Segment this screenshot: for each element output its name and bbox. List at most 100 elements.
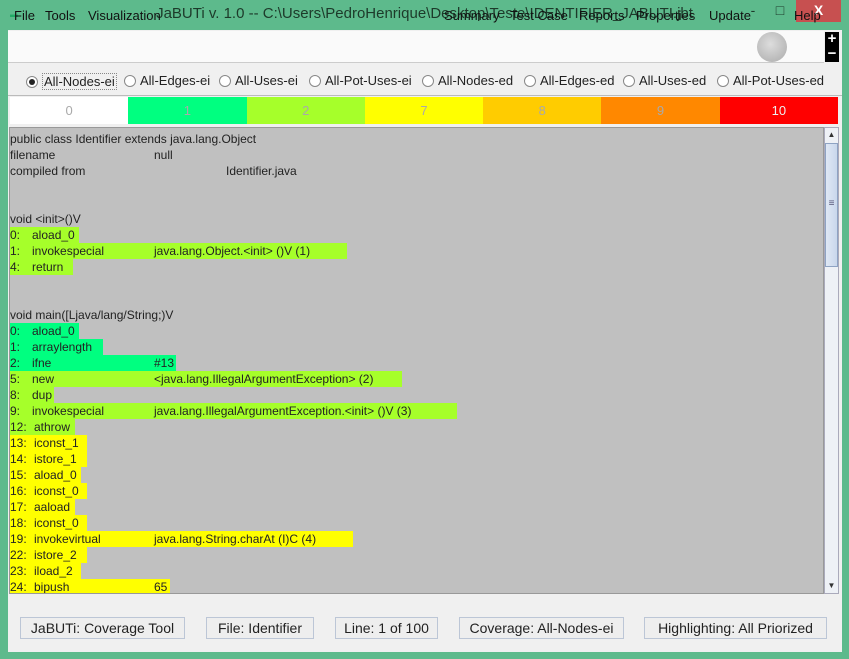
code-line[interactable] <box>10 195 13 211</box>
code-line[interactable]: 18: iconst_0 <box>10 515 87 531</box>
criterion-radio-all-nodes-ei[interactable]: All-Nodes-ei <box>26 73 117 90</box>
criterion-radio-all-nodes-ed[interactable]: All-Nodes-ed <box>422 73 513 88</box>
code-line[interactable]: public class Identifier extends java.lan… <box>10 131 307 147</box>
code-line[interactable]: 13: iconst_1 <box>10 435 87 451</box>
code-line[interactable]: 2: ifne #13 <box>10 355 177 371</box>
status-line: Line: 1 of 100 <box>335 617 438 639</box>
criterion-radio-all-edges-ei[interactable]: All-Edges-ei <box>124 73 210 88</box>
menu-visualization[interactable]: Visualization <box>88 8 161 23</box>
code-line[interactable]: 4: return <box>10 259 73 275</box>
criterion-radio-all-pot-uses-ed[interactable]: All-Pot-Uses-ed <box>717 73 824 88</box>
scrollbar-thumb[interactable]: ≡ <box>825 143 838 267</box>
code-offset: 24: <box>10 580 27 594</box>
legend-weight-10: 10 <box>719 97 838 124</box>
radio-icon[interactable] <box>422 74 434 87</box>
code-offset: 18: <box>10 516 27 530</box>
code-offset: compiled from <box>10 164 86 178</box>
criterion-radio-all-pot-uses-ei[interactable]: All-Pot-Uses-ei <box>309 73 412 88</box>
code-line[interactable] <box>10 291 13 307</box>
code-line[interactable]: 5: new <java.lang.IllegalArgumentException… <box>10 371 402 387</box>
code-line[interactable]: 0: aload_0 <box>10 227 79 243</box>
code-line[interactable]: compiled from Identifier.java <box>10 163 322 179</box>
code-line[interactable]: 1: arraylength <box>10 339 104 355</box>
menu-help[interactable]: Help <box>794 8 821 23</box>
code-line[interactable]: 17: aaload <box>10 499 75 515</box>
code-offset: 12: <box>10 420 27 434</box>
status-file: File: Identifier <box>206 617 314 639</box>
status-highlighting: Highlighting: All Priorized <box>644 617 827 639</box>
code-operand: java.lang.Object.<init> ()V (1) <box>154 244 311 258</box>
code-line[interactable] <box>10 275 13 291</box>
code-offset: 8: <box>10 388 21 402</box>
code-line[interactable]: void main([Ljava/lang/String;)V <box>10 307 203 323</box>
menu-test-case[interactable]: Test Case <box>510 8 568 23</box>
code-offset: 9: <box>10 404 21 418</box>
code-line[interactable]: 23: iload_2 <box>10 563 81 579</box>
scroll-down-arrow-icon[interactable]: ▼ <box>825 579 838 593</box>
code-opcode: arraylength <box>32 340 93 354</box>
code-opcode: iload_2 <box>34 564 73 578</box>
code-opcode: ifne <box>32 356 52 370</box>
code-line[interactable]: void <init>()V <box>10 211 99 227</box>
code-opcode: invokespecial <box>32 404 105 418</box>
radio-icon[interactable] <box>219 74 231 87</box>
radio-icon[interactable] <box>717 74 729 87</box>
radio-icon[interactable] <box>309 74 321 87</box>
code-line[interactable]: 12: athrow <box>10 419 75 435</box>
status-tool: JaBUTi: Coverage Tool <box>20 617 185 639</box>
code-line[interactable]: 1: invokespecial java.lang.Object.<init> (… <box>10 243 348 259</box>
code-operand: java.lang.String.charAt (I)C (4) <box>154 532 317 546</box>
code-line[interactable]: 9: invokespecial java.lang.IllegalArgument… <box>10 403 457 419</box>
code-opcode: istore_2 <box>34 548 77 562</box>
code-opcode: iconst_1 <box>34 436 79 450</box>
criterion-radio-all-uses-ed[interactable]: All-Uses-ed <box>623 73 706 88</box>
criterion-radio-all-edges-ed[interactable]: All-Edges-ed <box>524 73 614 88</box>
code-opcode: aload_0 <box>32 228 75 242</box>
criterion-radio-all-uses-ei[interactable]: All-Uses-ei <box>219 73 298 88</box>
code-line[interactable]: 22: istore_2 <box>10 547 87 563</box>
radio-label: All-Edges-ei <box>140 73 211 88</box>
menu-properties[interactable]: Properties <box>636 8 695 23</box>
status-coverage: Coverage: All-Nodes-ei <box>459 617 624 639</box>
menu-reports[interactable]: Reports <box>579 8 625 23</box>
code-line[interactable]: 16: iconst_0 <box>10 483 87 499</box>
code-line[interactable] <box>10 179 13 195</box>
radio-icon[interactable] <box>623 74 635 87</box>
code-line[interactable]: 14: istore_1 <box>10 451 87 467</box>
maximize-button[interactable]: □ <box>766 0 794 22</box>
menu-tools[interactable]: Tools <box>45 8 75 23</box>
code-opcode: invokespecial <box>32 244 105 258</box>
radio-icon[interactable] <box>124 74 136 87</box>
menu-update[interactable]: Update <box>709 8 751 23</box>
code-opcode: invokevirtual <box>34 532 101 546</box>
code-operand: null <box>154 148 173 162</box>
code-line[interactable]: 8: dup <box>10 387 55 403</box>
code-opcode: aload_0 <box>32 324 75 338</box>
status-orb-icon <box>757 32 787 62</box>
code-line[interactable]: 15: aload_0 <box>10 467 81 483</box>
zoom-out-button[interactable]: − <box>825 46 839 62</box>
scroll-up-arrow-icon[interactable]: ▲ <box>825 128 838 142</box>
radio-label: All-Pot-Uses-ed <box>733 73 825 88</box>
code-line[interactable]: 0: aload_0 <box>10 323 79 339</box>
code-line[interactable]: 24: bipush 65 <box>10 579 171 594</box>
code-opcode: athrow <box>34 420 71 434</box>
code-offset: 2: <box>10 356 21 370</box>
code-offset: 22: <box>10 548 27 562</box>
code-opcode: iconst_0 <box>34 516 79 530</box>
code-offset: 5: <box>10 372 21 386</box>
code-line[interactable]: 19: invokevirtual java.lang.String.charAt … <box>10 531 354 547</box>
code-line[interactable]: filename null <box>10 147 182 163</box>
radio-icon[interactable] <box>524 74 536 87</box>
menu-file[interactable]: File <box>14 8 35 23</box>
code-operand: <java.lang.IllegalArgumentException> (2) <box>154 372 374 386</box>
code-opcode: dup <box>32 388 53 402</box>
code-source: Identifier.java <box>226 164 297 178</box>
code-offset: public class Identifier extends java.lan… <box>10 132 257 146</box>
radio-icon[interactable] <box>26 75 38 88</box>
code-opcode: return <box>32 260 64 274</box>
code-offset: 15: <box>10 468 27 482</box>
menu-summary[interactable]: Summary <box>444 8 500 23</box>
code-offset: 0: <box>10 324 21 338</box>
legend-weight-9: 9 <box>601 97 720 124</box>
